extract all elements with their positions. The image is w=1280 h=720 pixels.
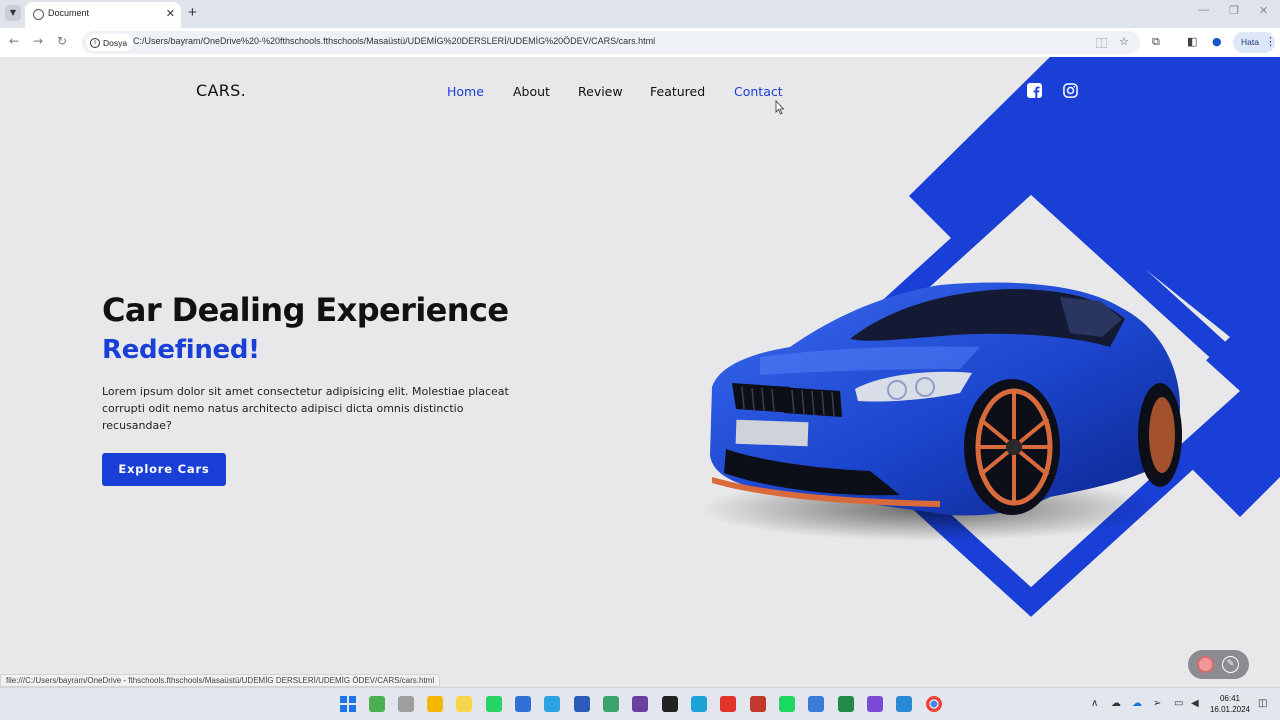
clock-time: 06:41 (1219, 694, 1241, 703)
screen-recorder-widget: ✎ (1188, 650, 1249, 679)
spotify-icon[interactable] (779, 696, 795, 712)
explore-cars-button[interactable]: Explore Cars (102, 453, 226, 486)
facebook-icon[interactable] (1027, 83, 1042, 98)
extensions-icon[interactable]: ⧉ (1152, 35, 1160, 49)
chrome-icon[interactable] (926, 696, 942, 712)
whatsapp-icon[interactable] (486, 696, 502, 712)
slack-icon[interactable] (867, 696, 883, 712)
reload-icon[interactable]: ↻ (57, 34, 67, 48)
telegram-icon[interactable] (544, 696, 560, 712)
back-arrow-icon[interactable]: ← (9, 34, 19, 48)
account-icon[interactable]: ● (1212, 35, 1222, 48)
web-page: CARS. Home About Review Featured Contact… (0, 57, 1280, 687)
file-explorer-icon[interactable] (427, 696, 443, 712)
excel-icon[interactable] (838, 696, 854, 712)
profile-button[interactable]: Hata ⋮ (1233, 32, 1276, 53)
location-icon[interactable]: ➢ (1153, 698, 1161, 709)
window-close-button[interactable]: ✕ (1259, 4, 1268, 17)
sticky-notes-icon[interactable] (456, 696, 472, 712)
windows-taskbar: ∧ ☁ ☁ ➢ ▭ ◀ 06:41 16.01.2024 ◫ (0, 687, 1280, 720)
network-icon[interactable]: ▭ (1174, 698, 1183, 709)
browser-tab[interactable]: Document ✕ (25, 2, 181, 28)
task-view-icon[interactable] (398, 696, 414, 712)
url-text[interactable]: C:/Users/bayram/OneDrive%20-%20fthschool… (133, 36, 655, 46)
site-logo[interactable]: CARS. (196, 81, 246, 100)
translate-icon[interactable]: ⿰ (1096, 35, 1107, 51)
minimize-button[interactable]: — (1198, 4, 1209, 16)
browser-tab-bar: ▼ Document ✕ + — ❐ ✕ (0, 0, 1280, 28)
license-plate (735, 419, 809, 447)
globe-icon (33, 9, 44, 20)
tab-search-button[interactable]: ▼ (5, 5, 21, 21)
volume-icon[interactable]: ◀ (1191, 698, 1199, 709)
new-tab-button[interactable]: + (188, 4, 197, 21)
chevron-up-icon[interactable]: ∧ (1091, 698, 1098, 709)
restore-button[interactable]: ❐ (1229, 4, 1239, 17)
mouse-cursor-icon (775, 100, 785, 115)
hero-title: Car Dealing Experience (102, 291, 509, 329)
nav-featured[interactable]: Featured (650, 84, 705, 99)
windows-start-icon[interactable] (340, 696, 356, 712)
site-info-label: Dosya (103, 37, 128, 48)
more-vertical-icon[interactable]: ⋮ (1265, 35, 1276, 48)
vscode-icon[interactable] (896, 696, 912, 712)
pen-icon[interactable]: ✎ (1222, 656, 1239, 673)
nav-home[interactable]: Home (447, 84, 484, 99)
address-bar[interactable]: i Dosya C:/Users/bayram/OneDrive%20-%20f… (82, 31, 1140, 54)
notepad-icon[interactable] (515, 696, 531, 712)
status-bar-url: file:///C:/Users/bayram/OneDrive - fthsc… (0, 674, 441, 687)
hero-graphic (700, 57, 1280, 617)
side-panel-icon[interactable]: ◧ (1187, 35, 1197, 48)
notification-icon[interactable]: ◫ (1258, 698, 1267, 709)
nav-contact[interactable]: Contact (734, 84, 783, 99)
nav-about[interactable]: About (513, 84, 550, 99)
browser-toolbar: ← → ↻ i Dosya C:/Users/bayram/OneDrive%2… (0, 28, 1280, 57)
nav-review[interactable]: Review (578, 84, 623, 99)
profile-label: Hata (1241, 37, 1259, 47)
hero-accent-title: Redefined! (102, 335, 260, 365)
github-desktop-icon[interactable] (632, 696, 648, 712)
edge-icon[interactable] (691, 696, 707, 712)
clock-date: 16.01.2024 (1209, 705, 1251, 714)
cloud-icon[interactable]: ☁ (1111, 698, 1121, 709)
opera-icon[interactable] (720, 696, 736, 712)
tab-title: Document (48, 8, 90, 18)
record-button[interactable] (1197, 656, 1214, 673)
system-clock[interactable]: 06:41 16.01.2024 (1206, 693, 1254, 715)
widgets-icon[interactable] (369, 696, 385, 712)
video-player-icon[interactable] (808, 696, 824, 712)
forward-arrow-icon[interactable]: → (33, 34, 43, 48)
paint-icon[interactable] (603, 696, 619, 712)
onedrive-icon[interactable]: ☁ (1132, 698, 1142, 709)
word-icon[interactable] (574, 696, 590, 712)
instagram-icon[interactable] (1063, 83, 1078, 98)
notion-icon[interactable] (662, 696, 678, 712)
git-icon[interactable] (750, 696, 766, 712)
bookmark-star-icon[interactable]: ☆ (1119, 35, 1129, 48)
site-info-button[interactable]: i Dosya (86, 34, 134, 51)
hero-description: Lorem ipsum dolor sit amet consectetur a… (102, 385, 509, 432)
info-icon: i (90, 37, 100, 48)
tab-close-button[interactable]: ✕ (166, 7, 175, 20)
